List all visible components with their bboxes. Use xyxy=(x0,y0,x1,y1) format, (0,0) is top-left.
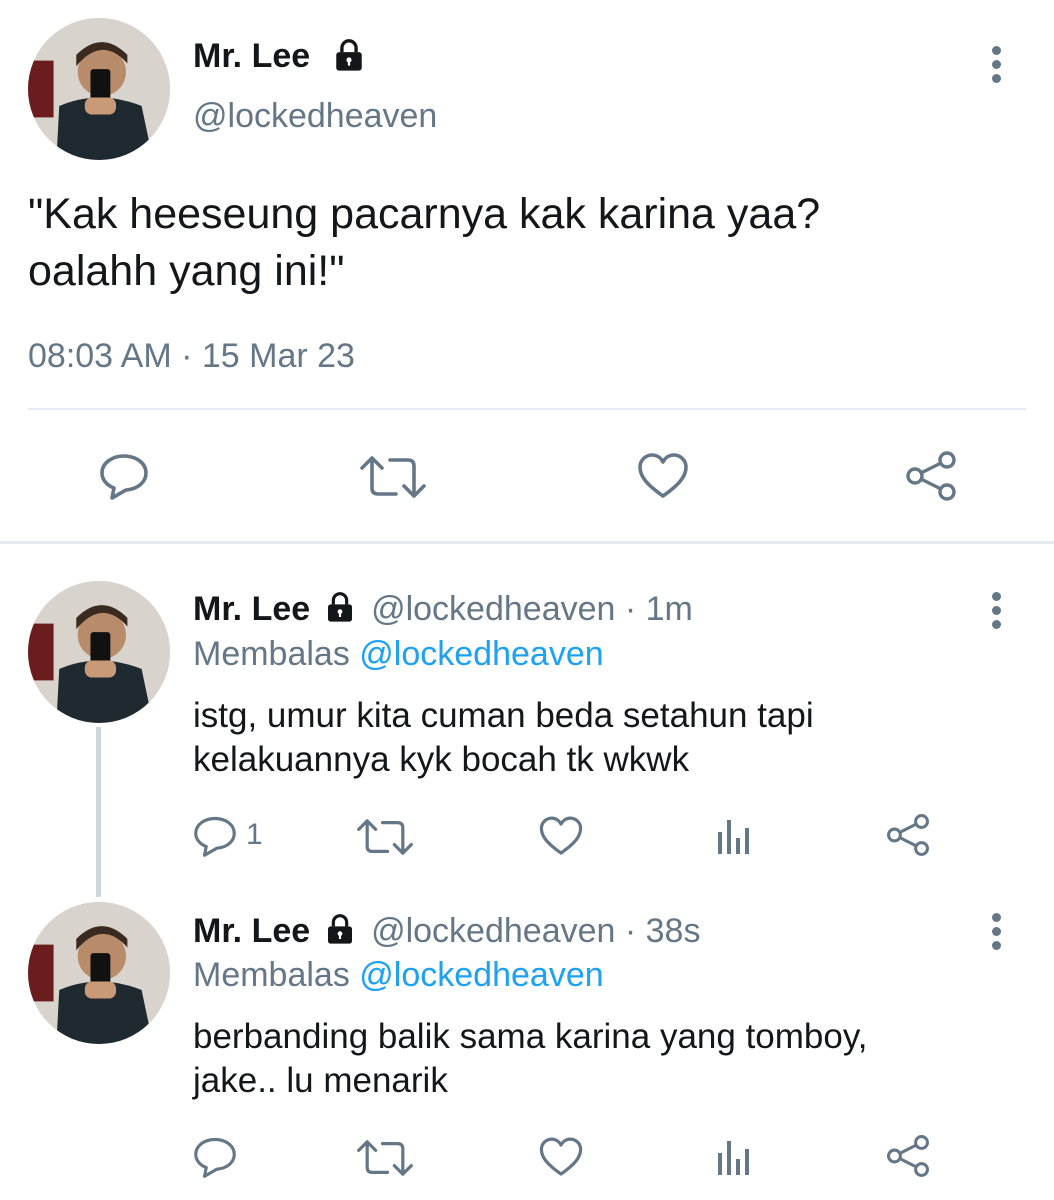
reply2-analytics-icon[interactable] xyxy=(715,1137,751,1177)
reply1-text-line1: istg, umur kita cuman beda setahun tapi xyxy=(193,696,814,735)
main-tweet-divider xyxy=(28,408,1026,410)
reply1-replying-prefix: Membalas xyxy=(193,635,350,673)
main-tweet-timestamp[interactable]: 08:03 AM · 15 Mar 23 xyxy=(28,336,355,376)
share-icon[interactable] xyxy=(904,450,958,502)
reply2-age: · 38s xyxy=(624,912,701,950)
reply1-heart-icon[interactable] xyxy=(538,815,584,857)
main-tweet-author-handle[interactable]: @lockedheaven xyxy=(193,96,437,136)
reply2-heart-icon[interactable] xyxy=(538,1136,584,1178)
reply2-replying-prefix: Membalas xyxy=(193,956,350,994)
reply2-author-name[interactable]: Mr. Lee xyxy=(193,912,310,950)
reply1-avatar[interactable] xyxy=(28,581,170,723)
lock-icon xyxy=(324,589,356,629)
main-tweet-author-name[interactable]: Mr. Lee xyxy=(193,36,310,76)
reply2-avatar[interactable] xyxy=(28,902,170,1044)
thread-line xyxy=(96,727,101,897)
section-divider xyxy=(0,541,1054,544)
reply1-analytics-icon[interactable] xyxy=(715,816,751,856)
main-tweet-more-icon[interactable] xyxy=(989,46,1003,88)
reply2-text-line2: jake.. lu menarik xyxy=(193,1061,448,1100)
reply1-replying-to: Membalas @lockedheaven xyxy=(193,634,604,674)
reply2-replying-to: Membalas @lockedheaven xyxy=(193,955,604,995)
reply1-author-name[interactable]: Mr. Lee xyxy=(193,590,310,628)
reply1-author-handle[interactable]: @lockedheaven xyxy=(371,590,615,628)
main-tweet-avatar[interactable] xyxy=(28,18,170,160)
reply2-text-line1: berbanding balik sama karina yang tomboy… xyxy=(193,1017,868,1056)
main-tweet-text-line2: oalahh yang ini!" xyxy=(28,247,345,295)
reply1-reply-icon[interactable] xyxy=(192,815,238,857)
lock-icon xyxy=(332,38,366,72)
retweet-icon[interactable] xyxy=(360,454,426,500)
reply1-more-icon[interactable] xyxy=(989,592,1003,634)
reply1-reply-count: 1 xyxy=(246,818,263,851)
lock-icon xyxy=(324,911,356,951)
reply2-share-icon[interactable] xyxy=(885,1134,931,1178)
reply1-replying-handle[interactable]: @lockedheaven xyxy=(359,635,603,673)
reply2-reply-icon[interactable] xyxy=(192,1136,238,1178)
reply-icon[interactable] xyxy=(98,452,150,500)
reply1-text-line2: kelakuannya kyk bocah tk wkwk xyxy=(193,740,690,779)
heart-icon[interactable] xyxy=(636,452,690,500)
reply1-retweet-icon[interactable] xyxy=(357,817,413,857)
reply2-header: Mr. Lee @lockedheaven · 38s xyxy=(193,911,700,951)
main-tweet-text-line1: "Kak heeseung pacarnya kak karina yaa? xyxy=(28,190,821,238)
reply1-age: · 1m xyxy=(624,590,693,628)
reply1-header: Mr. Lee @lockedheaven · 1m xyxy=(193,589,693,629)
reply2-retweet-icon[interactable] xyxy=(357,1138,413,1178)
reply2-more-icon[interactable] xyxy=(989,913,1003,955)
reply2-author-handle[interactable]: @lockedheaven xyxy=(371,912,615,950)
reply1-share-icon[interactable] xyxy=(885,813,931,857)
reply2-replying-handle[interactable]: @lockedheaven xyxy=(359,956,603,994)
